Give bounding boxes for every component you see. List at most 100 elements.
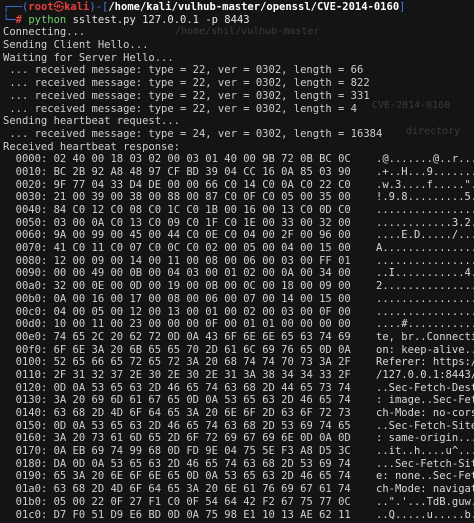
ascii-text: : image..Sec-Fet [376, 394, 474, 407]
output-messages: Connecting... Sending Client Hello... Wait… [3, 26, 474, 153]
hex-bytes: 65 3A 20 6E 6F 6E 65 0D 0A 53 65 63 2D 4… [53, 470, 351, 483]
hex-dump-row: 00b0: 0A 00 16 00 17 00 08 00 06 00 07 0… [3, 293, 474, 306]
hex-bytes: 63 68 2D 4D 6F 64 65 3A 20 6E 6F 2D 63 6… [53, 407, 351, 419]
prompt-host: kali [64, 1, 90, 13]
hex-dump-row: 0180: DA 0D 0A 53 65 63 2D 46 65 74 63 6… [3, 458, 474, 471]
ascii-text: Referer: https:/ [376, 356, 474, 369]
output-line: ... received message: type = 22, ver = 0… [3, 89, 370, 102]
output-line: ... received message: type = 22, ver = 0… [3, 64, 364, 77]
command-line[interactable]: └─# python ssltest.py 127.0.0.1 -p 8443 [3, 14, 474, 27]
hex-dump-row: 0130: 3A 20 69 6D 61 67 65 0D 0A 53 65 6… [3, 394, 474, 407]
hex-offset: 0020: [15, 178, 48, 191]
terminal-window[interactable]: ┌──(root㉿kali)-[/home/kali/vulhub-master… [3, 1, 474, 521]
ascii-text: ch-Mode: no-cors [376, 407, 474, 419]
ascii-text: ................ [376, 305, 474, 318]
hex-offset: 0160: [15, 432, 48, 445]
ascii-text: ..Sec-Fetch-Site [376, 419, 474, 432]
hex-bytes: 21 00 39 00 38 00 88 00 87 C0 0F C0 05 0… [53, 191, 351, 204]
hex-offset: 0120: [15, 381, 48, 394]
hex-bytes: 74 65 2C 20 62 72 0D 0A 43 6F 6E 6E 65 6… [53, 330, 351, 343]
hex-offset: 0150: [15, 419, 48, 432]
ascii-text: e: none..Sec-Fet [376, 470, 474, 483]
ascii-text: A............... [376, 242, 474, 255]
hex-dump-row: 0080: 12 00 09 00 14 00 11 00 08 00 06 0… [3, 255, 474, 268]
hex-dump-row: 0110: 2F 31 32 37 2E 30 2E 30 2E 31 3A 3… [3, 369, 474, 382]
ascii-text: : same-origin... [376, 432, 474, 445]
ascii-text: ................ [376, 292, 474, 305]
hex-bytes: D7 F0 51 D9 E6 BD 0D 0A 75 98 E1 10 13 A… [53, 508, 351, 521]
hex-bytes: 63 68 2D 4D 6F 64 65 3A 20 6E 61 76 69 6… [53, 483, 351, 496]
ascii-text: .@.......@..r... [376, 153, 474, 166]
ascii-text: ............3.2. [376, 216, 474, 229]
hex-offset: 00a0: [15, 280, 48, 293]
output-line: ... received message: type = 24, ver = 0… [3, 127, 383, 140]
hex-offset: 00b0: [15, 292, 48, 305]
output-line: Sending Client Hello... [3, 39, 149, 52]
ascii-text: ....#........... [376, 318, 474, 331]
ascii-text: ..I...........4. [376, 267, 474, 280]
command-name: python [28, 13, 67, 26]
hex-offset: 00c0: [15, 305, 48, 318]
hex-offset: 0070: [15, 242, 48, 255]
hex-offset: 0010: [15, 165, 48, 178]
hex-dump-row: 00d0: 10 00 11 00 23 00 00 00 0F 00 01 0… [3, 318, 474, 331]
hex-bytes: 32 00 0E 00 0D 00 19 00 0B 00 0C 00 18 0… [53, 280, 351, 293]
hex-bytes: 9F 77 04 33 D4 DE 00 00 66 C0 14 C0 0A C… [53, 178, 351, 191]
ascii-text: ....E.D...../... [376, 229, 474, 242]
hex-bytes: 02 40 00 18 03 02 00 03 01 40 00 9B 72 0… [53, 153, 351, 166]
output-line: Connecting... [3, 26, 86, 39]
ascii-text: te, br..Connecti [376, 330, 474, 343]
ascii-text: ................ [376, 204, 474, 216]
hex-bytes: 84 C0 12 C0 08 C0 1C C0 1B 00 16 00 13 C… [53, 204, 351, 216]
hex-offset: 0190: [15, 470, 48, 483]
hex-bytes: 0A EB 69 74 99 68 0D FD 9E 04 75 5E F3 A… [53, 445, 351, 458]
output-line: Sending heartbeat request... [3, 115, 181, 128]
prompt-path: /home/kali/vulhub-master/openssl/CVE-201… [108, 1, 400, 13]
hex-offset: 0090: [15, 267, 48, 280]
hex-offset: 0180: [15, 457, 48, 470]
hex-bytes: 9A 00 99 00 45 00 44 C0 0E C0 04 00 2F 0… [53, 229, 351, 242]
hex-dump-row: 0060: 9A 00 99 00 45 00 44 C0 0E C0 04 0… [3, 229, 474, 242]
hex-dump-row: 01c0: D7 F0 51 D9 E6 BD 0D 0A 75 98 E1 1… [3, 509, 474, 522]
ascii-text: /127.0.0.1:8443/ [376, 368, 474, 381]
hex-bytes: BC 2B 92 A8 48 97 CF BD 39 04 CC 16 0A 8… [53, 165, 351, 178]
hex-bytes: 12 00 09 00 14 00 11 00 08 00 06 00 03 0… [53, 254, 351, 267]
hex-offset: 00e0: [15, 330, 48, 343]
ascii-text: on: keep-alive.. [376, 343, 474, 356]
hex-offset: 0040: [15, 204, 48, 216]
ascii-text: ..Sec-Fetch-Dest [376, 381, 474, 394]
hex-offset: 0080: [15, 254, 48, 267]
hex-dump-row: 0160: 3A 20 73 61 6D 65 2D 6F 72 69 67 6… [3, 432, 474, 445]
hex-dump-row: 0190: 65 3A 20 6E 6F 6E 65 0D 0A 53 65 6… [3, 470, 474, 483]
hex-offset: 0100: [15, 356, 48, 369]
hex-bytes: 03 00 0A C0 13 C0 09 C0 1F C0 1E 00 33 0… [53, 216, 351, 229]
hex-bytes: 00 00 49 00 0B 00 04 03 00 01 02 00 0A 0… [53, 267, 351, 280]
hex-bytes: 0D 0A 53 65 63 2D 46 65 74 63 68 2D 44 6… [53, 381, 351, 394]
prompt-line: ┌──(root㉿kali)-[/home/kali/vulhub-master… [3, 1, 406, 13]
output-line: Waiting for Server Hello... [3, 51, 174, 64]
hex-offset: 0170: [15, 445, 48, 458]
output-line: ... received message: type = 22, ver = 0… [3, 102, 358, 115]
hex-offset: 00f0: [15, 343, 48, 356]
skull-icon: ㉿ [53, 1, 65, 13]
hex-dump-row: 0140: 63 68 2D 4D 6F 64 65 3A 20 6E 6F 2… [3, 407, 474, 420]
ascii-text: ch-Mode: navigat [376, 483, 474, 496]
hex-dump-row: 0070: 41 C0 11 C0 07 C0 0C C0 02 00 05 0… [3, 242, 474, 255]
hex-offset: 0130: [15, 394, 48, 407]
hex-dump-row: 0030: 21 00 39 00 38 00 88 00 87 C0 0F C… [3, 191, 474, 204]
ascii-text: ..it..h....u^...< [376, 445, 474, 458]
hex-dump-row: 0010: BC 2B 92 A8 48 97 CF BD 39 04 CC 1… [3, 166, 474, 179]
ascii-text: ...Sec-Fetch-Sit [376, 457, 474, 470]
ascii-text: 2............... [376, 280, 474, 293]
ascii-text: ................ [376, 254, 474, 267]
output-line: ... received message: type = 22, ver = 0… [3, 77, 370, 90]
hex-bytes: 2F 31 32 37 2E 30 2E 30 2E 31 3A 38 34 3… [53, 368, 351, 381]
hex-dump-row: 0090: 00 00 49 00 0B 00 04 03 00 01 02 0… [3, 267, 474, 280]
hex-bytes: 10 00 11 00 23 00 00 00 0F 00 01 01 00 0… [53, 318, 351, 331]
ascii-text: !.9.8.........5. [376, 191, 474, 204]
ascii-text: .w.3....f.....". [376, 178, 474, 191]
hex-bytes: 0D 0A 53 65 63 2D 46 65 74 63 68 2D 53 6… [53, 419, 351, 432]
hex-bytes: 0A 00 16 00 17 00 08 00 06 00 07 00 14 0… [53, 292, 351, 305]
hex-dump-row: 00f0: 6F 6E 3A 20 6B 65 65 70 2D 61 6C 6… [3, 344, 474, 357]
hex-offset: 01a0: [15, 483, 48, 496]
